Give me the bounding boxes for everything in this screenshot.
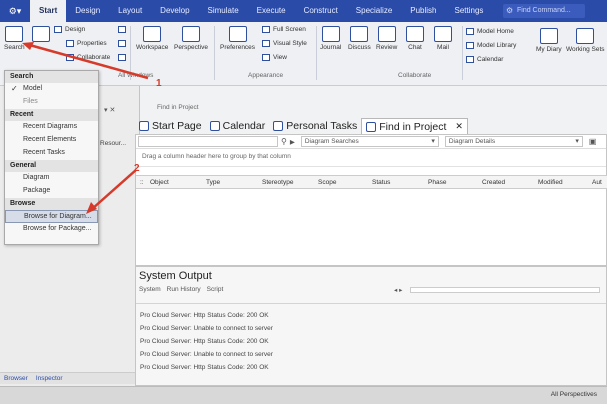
annotation-number-1: 1	[156, 78, 162, 89]
app-window: ⚙▾ Start Design Layout Develop Simulate …	[0, 0, 607, 404]
annotation-arrow-2	[91, 169, 137, 210]
annotation-number-2: 2	[134, 163, 140, 174]
arrowhead-2-icon	[86, 202, 97, 214]
annotation-arrows	[22, 42, 149, 214]
annotation-arrow-1	[25, 42, 149, 80]
